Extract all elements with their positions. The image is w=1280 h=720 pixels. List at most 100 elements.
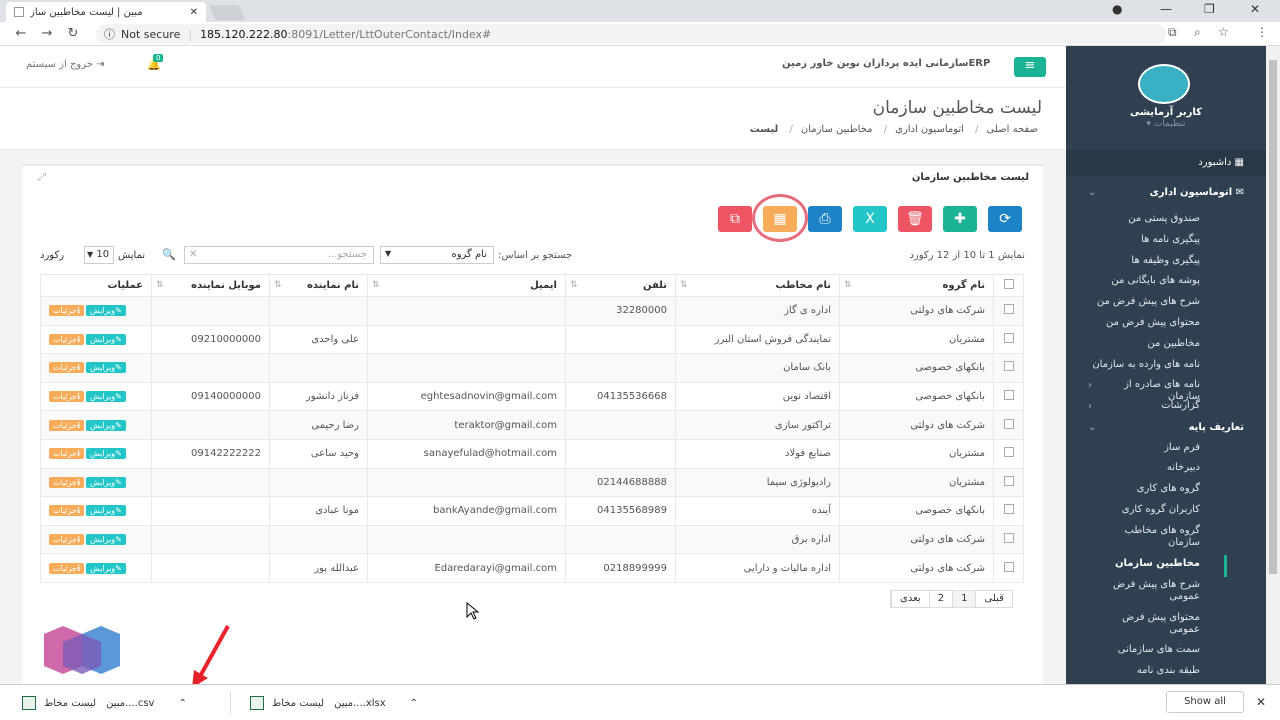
expand-icon[interactable]: ⤢ xyxy=(38,172,46,183)
pdf-export-button[interactable]: ⧉ xyxy=(718,206,752,232)
table-row[interactable]: شرکت های دولتی اداره برق ✎ویرایشℹجزئیات xyxy=(40,524,1024,555)
row-checkbox-cell[interactable] xyxy=(993,296,1024,326)
zoom-icon[interactable]: ⌕ xyxy=(1194,25,1201,40)
sidebar-subitem[interactable]: نامه های وارده به سازمان xyxy=(1090,359,1200,371)
sidebar-subitem[interactable]: پیگیری نامه ها xyxy=(1090,234,1200,246)
row-checkbox-cell[interactable] xyxy=(993,324,1024,355)
sidebar-subitem[interactable]: طبقه بندی نامه xyxy=(1090,665,1200,677)
table-row[interactable]: بانکهای خصوصی بانک سامان ✎ویرایشℹجزئیات xyxy=(40,353,1024,383)
row-checkbox-cell[interactable] xyxy=(993,353,1024,383)
row-checkbox[interactable] xyxy=(1003,504,1014,515)
minimize-icon[interactable]: — xyxy=(1160,2,1172,16)
row-checkbox[interactable] xyxy=(1003,561,1014,572)
details-button[interactable]: ℹجزئیات xyxy=(49,333,85,345)
table-row[interactable]: مشتریان رادیولوژی سیما 02144688888 ✎ویرایشℹ… xyxy=(40,467,1024,498)
forward-icon[interactable]: → xyxy=(34,26,60,41)
translate-icon[interactable]: ⧉ xyxy=(1168,25,1177,40)
browser-tab[interactable]: مبین | لیست مخاطبین ساز ✕ xyxy=(6,2,206,22)
close-download-bar-icon[interactable]: ✕ xyxy=(1256,695,1266,709)
table-row[interactable]: بانکهای خصوصی اقتصاد نوین 04135536668 eghte… xyxy=(40,381,1024,412)
avatar[interactable] xyxy=(1138,64,1190,104)
user-settings[interactable]: تنظیمات ▾ xyxy=(1066,119,1266,129)
details-button[interactable]: ℹجزئیات xyxy=(49,505,85,517)
bookmark-star-icon[interactable]: ☆ xyxy=(1218,25,1229,39)
row-checkbox-cell[interactable] xyxy=(993,438,1024,469)
row-checkbox-cell[interactable] xyxy=(993,467,1024,498)
edit-button[interactable]: ✎ویرایش xyxy=(86,476,126,488)
close-tab-icon[interactable]: ✕ xyxy=(190,7,198,18)
sidebar-subitem[interactable]: شرح های پیش فرض عمومی xyxy=(1090,579,1200,603)
clear-icon[interactable]: ✕ xyxy=(189,249,197,260)
search-input[interactable]: جستجو... ✕ xyxy=(184,246,374,264)
edit-button[interactable]: ✎ویرایش xyxy=(86,362,126,374)
edit-button[interactable]: ✎ویرایش xyxy=(86,448,126,460)
details-button[interactable]: ℹجزئیات xyxy=(49,562,85,574)
chevron-up-icon[interactable]: ⌃ xyxy=(178,698,186,709)
details-button[interactable]: ℹجزئیات xyxy=(49,419,85,431)
add-button[interactable]: ✚ xyxy=(943,206,977,232)
page-length-select[interactable]: ▼ 10 xyxy=(84,246,114,264)
table-row[interactable]: شرکت های دولتی تراکتور سازی teraktor@gmail… xyxy=(40,410,1024,440)
sidebar-subitem[interactable]: کاربران گروه کاری xyxy=(1090,504,1200,516)
edit-button[interactable]: ✎ویرایش xyxy=(86,305,126,317)
table-row[interactable]: شرکت های دولتی اداره مالیات و دارایی 02188… xyxy=(40,553,1024,583)
header-email[interactable]: ایمیل ⇅ xyxy=(367,274,566,297)
menu-dots-icon[interactable]: ⋮ xyxy=(1256,25,1268,39)
edit-button[interactable]: ✎ویرایش xyxy=(86,391,126,403)
select-all-checkbox[interactable] xyxy=(1003,279,1014,289)
header-rep-mobile[interactable]: موبایل نماینده ⇅ xyxy=(151,274,270,297)
download-item-csv[interactable]: لیست مخاط مبین....csv ⌃ xyxy=(22,691,187,715)
pager-next[interactable]: بعدی xyxy=(891,591,929,607)
back-icon[interactable]: ← xyxy=(8,26,34,41)
sidebar-subitem[interactable]: گروه های کاری xyxy=(1090,483,1200,495)
row-checkbox[interactable] xyxy=(1003,418,1014,429)
sidebar-subitem[interactable]: سمت های سازمانی xyxy=(1090,644,1200,656)
row-checkbox-cell[interactable] xyxy=(993,410,1024,440)
sidebar-subitem-active[interactable]: مخاطبین سازمان xyxy=(1090,558,1200,570)
menu-toggle-button[interactable]: ≡ xyxy=(1014,57,1046,77)
sidebar-subitem[interactable]: گزارشات xyxy=(1090,400,1200,412)
sidebar-subitem[interactable]: دبیرخانه xyxy=(1090,462,1200,474)
details-button[interactable]: ℹجزئیات xyxy=(49,362,85,374)
row-checkbox-cell[interactable] xyxy=(993,496,1024,526)
table-row[interactable]: مشتریان نمایندگی فروش استان البرز علی واحد… xyxy=(40,324,1024,355)
download-item-xlsx[interactable]: لیست مخاط مبین....xlsx ⌃ xyxy=(250,691,418,715)
row-checkbox[interactable] xyxy=(1003,447,1014,458)
sidebar-group-automation[interactable]: ✉ اتوماسیون اداری xyxy=(1150,187,1244,198)
details-button[interactable]: ℹجزئیات xyxy=(49,391,85,403)
sidebar-subitem[interactable]: شرح های پیش فرض من xyxy=(1090,296,1200,308)
excel-export-button[interactable]: X xyxy=(853,206,887,232)
new-tab-button[interactable] xyxy=(209,5,245,20)
reload-icon[interactable]: ↻ xyxy=(60,26,86,41)
row-checkbox[interactable] xyxy=(1003,361,1014,372)
table-row[interactable]: بانکهای خصوصی آینده 04135568989 bankAyande@… xyxy=(40,496,1024,526)
sidebar-subitem[interactable]: فرم ساز xyxy=(1090,442,1200,454)
sidebar-subitem[interactable]: محتوای پیش فرض من xyxy=(1090,317,1200,329)
logout-link[interactable]: خروج از سیستم ⇥ xyxy=(26,59,105,70)
breadcrumb-contacts[interactable]: مخاطبین سازمان xyxy=(801,124,873,135)
header-contact[interactable]: نام مخاطب ⇅ xyxy=(675,274,840,297)
edit-button[interactable]: ✎ویرایش xyxy=(86,505,126,517)
chevron-up-icon[interactable]: ⌃ xyxy=(410,698,418,709)
pager-page-1[interactable]: 1 xyxy=(952,591,976,607)
row-checkbox-cell[interactable] xyxy=(993,553,1024,583)
table-row[interactable]: مشتریان صنایع فولاد sanayefulad@hotmail.co… xyxy=(40,438,1024,469)
details-button[interactable]: ℹجزئیات xyxy=(49,476,85,488)
select-all-header[interactable] xyxy=(993,274,1024,297)
edit-button[interactable]: ✎ویرایش xyxy=(86,419,126,431)
details-button[interactable]: ℹجزئیات xyxy=(49,534,85,546)
restore-icon[interactable]: ❐ xyxy=(1204,2,1215,16)
sidebar-subitem[interactable]: پوشه های بایگانی من xyxy=(1090,275,1200,287)
row-checkbox-cell[interactable] xyxy=(993,524,1024,555)
url-input[interactable]: ⓘ Not secure | 185.120.222.80 :8091/Lett… xyxy=(96,24,1166,44)
refresh-button[interactable]: ⟳ xyxy=(988,206,1022,232)
row-checkbox[interactable] xyxy=(1003,390,1014,401)
sidebar-group-basics[interactable]: تعاریف پایه xyxy=(1189,422,1244,433)
row-checkbox[interactable] xyxy=(1003,332,1014,343)
sidebar-subitem[interactable]: محتوای پیش فرض عمومی xyxy=(1090,612,1200,636)
row-checkbox[interactable] xyxy=(1003,304,1014,315)
user-name[interactable]: کاربر آزمایشی xyxy=(1066,107,1266,118)
edit-button[interactable]: ✎ویرایش xyxy=(86,562,126,574)
header-group[interactable]: نام گروه ⇅ xyxy=(839,274,994,297)
search-field-select[interactable]: نام گروه ▼ xyxy=(380,246,494,264)
